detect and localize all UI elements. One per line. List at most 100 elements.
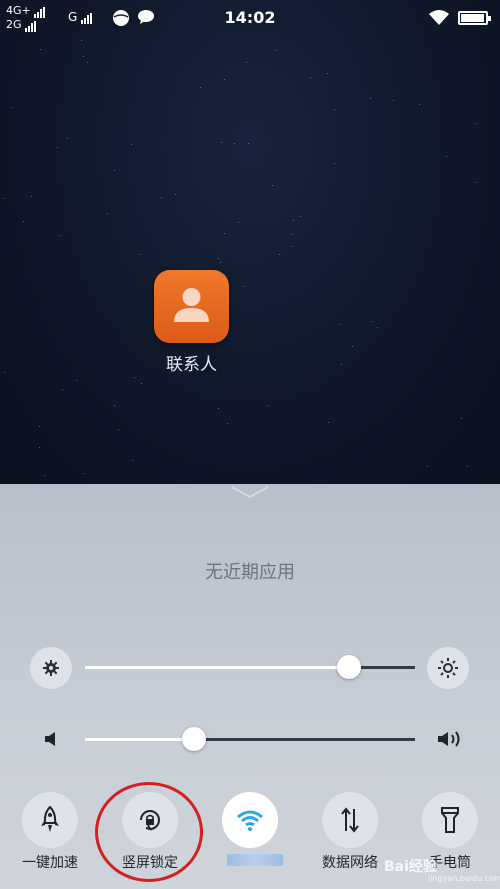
star: [475, 182, 476, 183]
flashlight-icon: [441, 807, 459, 833]
brightness-slider-fill: [85, 666, 349, 669]
toggle-data-network[interactable]: [322, 792, 378, 848]
brightness-max-button[interactable]: [427, 647, 469, 689]
volume-slider-rest: [194, 738, 415, 741]
highlight-annotation: [95, 782, 203, 882]
contacts-person-icon: [174, 288, 209, 322]
watermark: Bai经验: [384, 859, 437, 875]
star: [372, 321, 373, 322]
status-bar: 4G+ 2G G 14:02: [0, 0, 500, 38]
toggle-flashlight-button[interactable]: [422, 792, 478, 848]
star: [334, 109, 335, 110]
toggle-data-network-label: 数据网络: [322, 855, 378, 871]
star: [62, 389, 63, 390]
star: [276, 50, 277, 51]
wifi-status-icon: [429, 10, 449, 25]
star: [81, 40, 82, 41]
star: [334, 163, 335, 164]
star: [224, 233, 225, 234]
star: [234, 143, 235, 144]
star: [12, 107, 13, 108]
rocket-icon: [41, 806, 59, 832]
wallpaper: [0, 0, 500, 484]
toggle-wifi[interactable]: [222, 792, 278, 848]
toggle-flashlight[interactable]: [422, 792, 478, 848]
gear-icon: [43, 660, 59, 676]
star: [39, 447, 40, 448]
volume-low-icon: [45, 732, 55, 746]
star: [370, 98, 371, 99]
star: [132, 460, 133, 461]
star: [446, 156, 447, 157]
star: [76, 380, 77, 381]
star: [218, 258, 219, 259]
auto-brightness-button[interactable]: [30, 647, 72, 689]
star: [267, 405, 268, 406]
star: [339, 324, 340, 325]
star: [134, 377, 135, 378]
star: [227, 423, 228, 424]
status-clock: 14:02: [224, 8, 276, 27]
data-arrows-icon: [341, 807, 359, 833]
brightness-slider[interactable]: [85, 655, 415, 679]
star: [39, 426, 40, 427]
star: [475, 123, 476, 124]
wifi-icon: [237, 810, 263, 831]
star: [310, 77, 311, 78]
volume-slider[interactable]: [85, 727, 415, 751]
star: [118, 429, 119, 430]
star: [419, 104, 420, 105]
volume-high-icon: [438, 731, 460, 747]
star: [328, 422, 329, 423]
star: [161, 197, 162, 198]
toggle-wifi-label: [227, 854, 283, 866]
star: [139, 254, 140, 255]
star: [467, 466, 468, 467]
star: [44, 475, 45, 476]
star: [31, 196, 32, 197]
star: [200, 87, 201, 88]
contacts-app-label: 联系人: [166, 355, 217, 375]
star: [393, 100, 394, 101]
star: [341, 364, 342, 365]
star: [60, 235, 61, 236]
volume-slider-thumb[interactable]: [182, 727, 206, 751]
star: [221, 142, 222, 143]
star: [224, 79, 225, 80]
star: [107, 213, 108, 214]
star: [292, 246, 293, 247]
star: [291, 234, 292, 235]
star: [244, 286, 245, 287]
star: [83, 56, 84, 57]
star: [327, 73, 328, 74]
star: [427, 466, 428, 467]
star: [67, 138, 68, 139]
star: [57, 147, 58, 148]
chevron-down-icon[interactable]: [230, 484, 270, 500]
contacts-app-icon[interactable]: [154, 270, 229, 343]
star: [175, 194, 176, 195]
star: [84, 473, 85, 474]
sun-icon: [438, 658, 458, 678]
no-recent-apps-text: 无近期应用: [205, 562, 295, 583]
battery-level: [461, 14, 484, 22]
toggle-boost-label: 一键加速: [22, 855, 78, 871]
star: [220, 262, 221, 263]
toggle-data-network-button[interactable]: [322, 792, 378, 848]
star: [238, 222, 239, 223]
star: [272, 185, 273, 186]
star: [4, 372, 5, 373]
star: [218, 408, 219, 409]
star: [293, 220, 294, 221]
toggle-wifi-button[interactable]: [222, 792, 278, 848]
star: [246, 62, 247, 63]
toggle-boost-button[interactable]: [22, 792, 78, 848]
toggle-boost[interactable]: [22, 792, 78, 848]
star: [40, 49, 41, 50]
volume-slider-fill: [85, 738, 194, 741]
brightness-slider-thumb[interactable]: [337, 655, 361, 679]
star: [23, 221, 24, 222]
battery-icon: [458, 11, 491, 25]
star: [114, 170, 115, 171]
star: [3, 198, 4, 199]
